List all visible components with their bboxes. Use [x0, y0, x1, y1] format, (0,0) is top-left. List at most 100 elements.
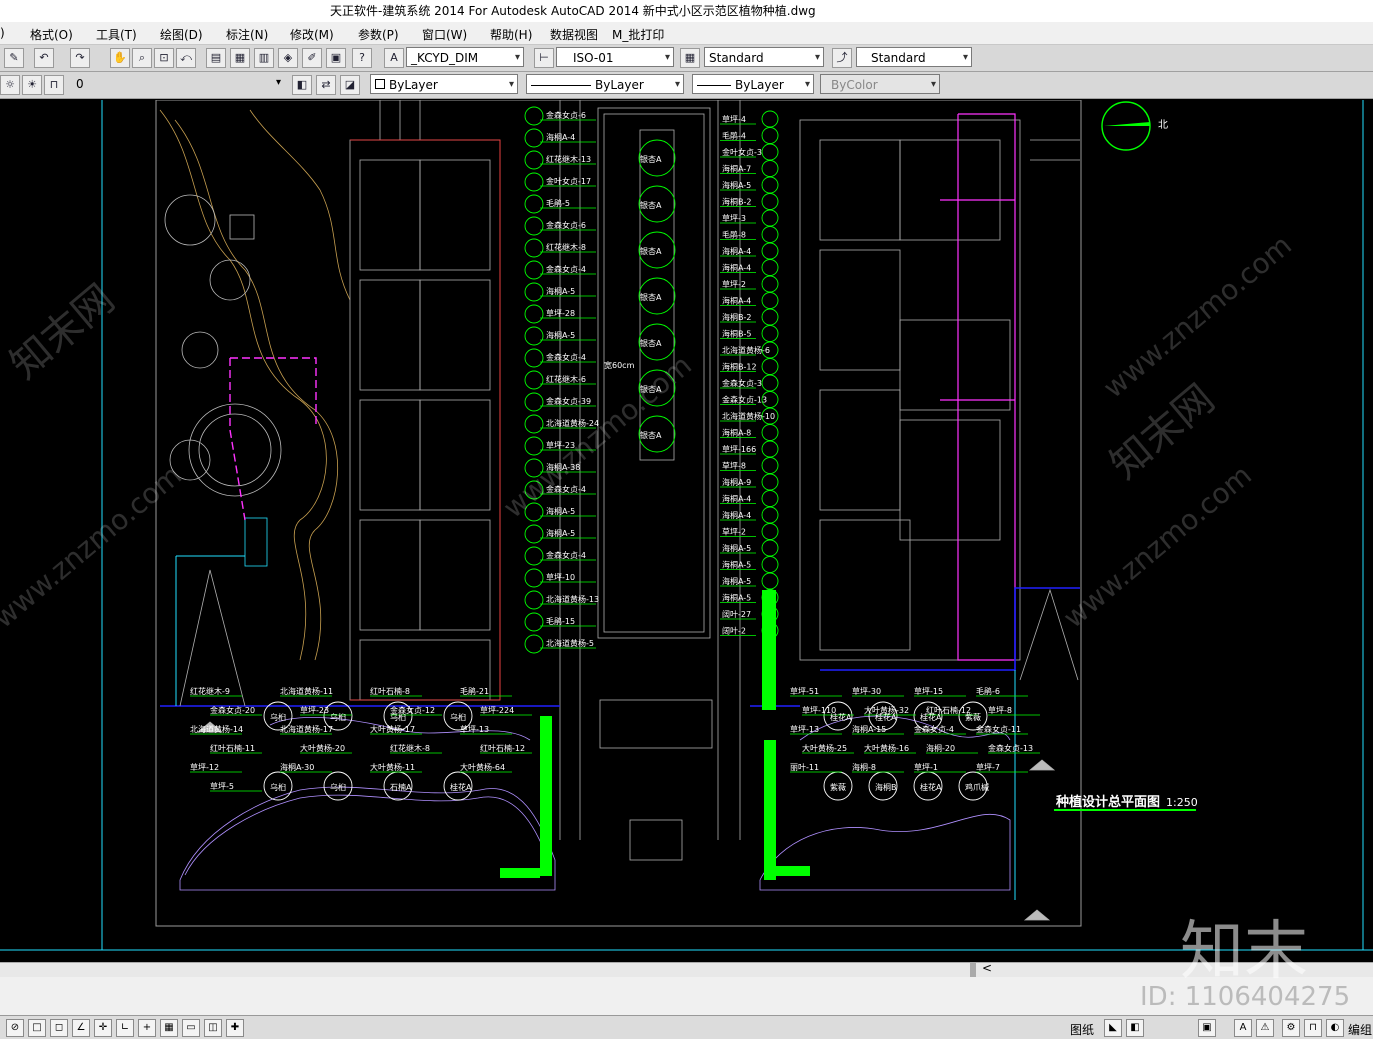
- lwt-icon[interactable]: ▭: [182, 1019, 200, 1037]
- design-center-icon[interactable]: ▦: [230, 48, 250, 68]
- lock-icon[interactable]: ⊓: [44, 75, 64, 95]
- markup-icon[interactable]: ✐: [302, 48, 322, 68]
- help-icon[interactable]: ?: [352, 48, 372, 68]
- plant-label: 海桐A-5: [546, 330, 575, 340]
- annotation-scale-icon[interactable]: A: [1234, 1019, 1252, 1037]
- ducs-icon[interactable]: +: [138, 1019, 156, 1037]
- menu-item[interactable]: 绘图(D): [160, 26, 203, 43]
- redo-icon[interactable]: ↷: [70, 48, 90, 68]
- menu-item[interactable]: 工具(T): [96, 26, 137, 43]
- osnap-icon[interactable]: ✛: [94, 1019, 112, 1037]
- plotstyle-select[interactable]: ByColor ▾: [820, 74, 940, 94]
- zoom-previous-icon[interactable]: ⤺: [176, 48, 196, 68]
- calculator-icon[interactable]: ▣: [326, 48, 346, 68]
- chevron-down-icon: ▾: [804, 79, 810, 90]
- menu-item[interactable]: 参数(P): [358, 26, 399, 43]
- plant-label: 大叶黄杨-64: [460, 762, 505, 772]
- menu-item[interactable]: 窗口(W): [422, 26, 467, 43]
- plant-label: 毛鹃-15: [546, 616, 575, 626]
- menu-item[interactable]: M_批打印: [612, 26, 664, 43]
- properties-icon[interactable]: ▤: [206, 48, 226, 68]
- dyn-icon[interactable]: ▦: [160, 1019, 178, 1037]
- plant-label: 毛鹃-21: [460, 686, 489, 696]
- lineweight-select[interactable]: ByLayer ▾: [692, 74, 814, 94]
- plant-label: 草坪-23: [300, 705, 329, 715]
- plant-label: 大叶黄杨-25: [802, 743, 847, 753]
- scroll-thumb[interactable]: [970, 963, 976, 977]
- text-style-icon[interactable]: A: [384, 48, 404, 68]
- menu-item[interactable]: ): [0, 26, 5, 40]
- tree-symbol: [761, 242, 779, 260]
- plant-label: 海桐A-5: [546, 528, 575, 538]
- dim-style-icon[interactable]: ⊢: [534, 48, 554, 68]
- tree-symbol: [761, 143, 779, 161]
- tool-palettes-icon[interactable]: ▥: [254, 48, 274, 68]
- layer-properties-icon[interactable]: ◧: [292, 75, 312, 95]
- zoom-realtime-icon[interactable]: ⌕: [132, 48, 152, 68]
- plan-frame: [155, 100, 1082, 927]
- mleader-style-icon[interactable]: ⤴: [832, 48, 852, 68]
- layer-previous-icon[interactable]: ◪: [340, 75, 360, 95]
- plant-label: 海桐A-5: [546, 506, 575, 516]
- menu-item[interactable]: 标注(N): [226, 26, 268, 43]
- sun-icon[interactable]: ☀: [22, 75, 42, 95]
- north-arrow: 北: [1101, 101, 1168, 151]
- undo-icon[interactable]: ↶: [34, 48, 54, 68]
- menu-item[interactable]: 数据视图: [550, 26, 598, 43]
- menu-item[interactable]: 格式(O): [30, 26, 73, 43]
- menu-item[interactable]: 帮助(H): [490, 26, 532, 43]
- sheet-set-icon[interactable]: ◈: [278, 48, 298, 68]
- tpy-icon[interactable]: ◫: [204, 1019, 222, 1037]
- polar-icon[interactable]: ∠: [72, 1019, 90, 1037]
- gear-icon[interactable]: ⚙: [1282, 1019, 1300, 1037]
- tree-symbol: [761, 259, 779, 276]
- mleaderstyle-select[interactable]: Standard ▾: [856, 47, 972, 67]
- plant-label: 乌桕: [390, 712, 406, 722]
- ginkgo-label: 银杏A: [640, 338, 662, 348]
- lock-icon[interactable]: ⊓: [1304, 1019, 1322, 1037]
- color-select[interactable]: ByLayer ▾: [370, 74, 518, 94]
- green-hedges: [500, 590, 810, 880]
- tree-symbol: [524, 238, 544, 258]
- dimstyle-select[interactable]: _KCYD_DIM ▾: [406, 47, 524, 67]
- make-current-icon[interactable]: ⇄: [316, 75, 336, 95]
- tree-symbol: [761, 308, 779, 326]
- menu-item[interactable]: 修改(M): [290, 26, 334, 43]
- drawing-canvas[interactable]: 金森女贞-6 海桐A-4 红花继木-13 金叶女贞-17 毛鹃-5 金森女贞-6 红花继木-…: [0, 100, 1373, 962]
- viewport-icon[interactable]: ▣: [1198, 1019, 1216, 1037]
- isolate-icon[interactable]: ◐: [1326, 1019, 1344, 1037]
- layout-label: 图纸: [1070, 1023, 1095, 1037]
- otrack-icon[interactable]: ∟: [116, 1019, 134, 1037]
- layout-icon[interactable]: ◧: [1126, 1019, 1144, 1037]
- scroll-left-icon[interactable]: <: [982, 961, 992, 975]
- pan-icon[interactable]: ✋: [110, 48, 130, 68]
- snap-icon[interactable]: ⊘: [6, 1019, 24, 1037]
- plant-label: 海桐A-4: [722, 296, 751, 306]
- tablestyle-select[interactable]: Standard ▾: [704, 47, 824, 67]
- plant-label: 海桐A-4: [722, 263, 751, 273]
- textstyle-select[interactable]: ISO-01 ▾: [556, 47, 674, 67]
- tree-symbol: [761, 176, 779, 194]
- table-style-icon[interactable]: ▦: [680, 48, 700, 68]
- plant-label: 草坪-28: [546, 308, 575, 318]
- bulb-icon[interactable]: ☼: [0, 75, 20, 95]
- qp-icon[interactable]: ✚: [226, 1019, 244, 1037]
- plant-label: 海桐A-5: [722, 576, 751, 586]
- model-icon[interactable]: ◣: [1104, 1019, 1122, 1037]
- linetype-select[interactable]: ByLayer ▾: [526, 74, 684, 94]
- zoom-window-icon[interactable]: ⊡: [154, 48, 174, 68]
- chevron-down-icon[interactable]: ▾: [276, 77, 281, 88]
- horizontal-scrollbar[interactable]: <: [0, 961, 1373, 977]
- plant-label: 草坪-13: [460, 724, 489, 734]
- annotation-visibility-icon[interactable]: ⚠: [1256, 1019, 1274, 1037]
- plant-label: 草坪-224: [480, 705, 514, 715]
- new-file-icon[interactable]: ✎: [4, 48, 24, 68]
- plant-label: 红花继木-6: [546, 374, 586, 384]
- building-right: [799, 119, 1080, 661]
- plant-label: 红花继木-13: [546, 154, 591, 164]
- grid-icon[interactable]: □: [28, 1019, 46, 1037]
- layer-select[interactable]: 0: [76, 77, 276, 91]
- plant-label: 草坪-2: [722, 527, 746, 537]
- ortho-icon[interactable]: ◻: [50, 1019, 68, 1037]
- tree-symbol: [761, 440, 779, 458]
